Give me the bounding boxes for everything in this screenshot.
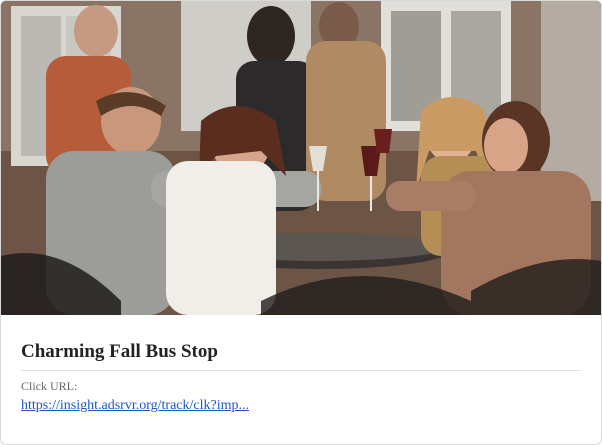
ad-title[interactable]: Charming Fall Bus Stop [21, 341, 581, 371]
photo-illustration [1, 1, 601, 315]
click-url-label: Click URL: [21, 379, 78, 393]
ad-photo[interactable] [1, 1, 601, 315]
ad-card[interactable]: Charming Fall Bus Stop Click URL: https:… [0, 0, 602, 445]
click-url-link[interactable]: https://insight.adsrvr.org/track/clk?imp… [21, 398, 249, 414]
card-body: Charming Fall Bus Stop Click URL: https:… [21, 315, 581, 414]
